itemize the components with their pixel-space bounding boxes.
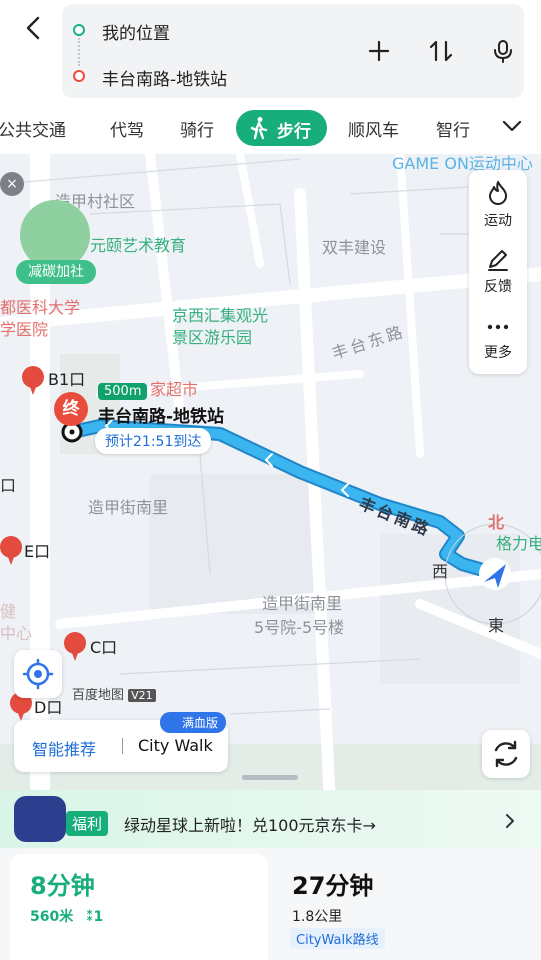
area-label-block-line1: 造甲街南里 — [262, 594, 343, 613]
exit-label-b1[interactable]: B1口 — [48, 366, 85, 390]
flame-icon — [489, 181, 507, 205]
distance-badge: 500m — [98, 383, 148, 400]
start-dot-icon — [73, 24, 85, 36]
exit-pin-icon[interactable] — [22, 366, 44, 395]
edit-pen-icon — [488, 250, 508, 271]
full-version-tag: 满血版 — [160, 712, 227, 733]
chevron-down-icon[interactable] — [500, 114, 524, 138]
route-option-card-1[interactable]: 8分钟 560米 ⁑1 — [10, 854, 268, 960]
direction-east-label: 東 — [488, 616, 505, 635]
exit-pin-icon[interactable] — [0, 536, 22, 565]
tab-cycling[interactable]: 骑行 — [180, 116, 214, 141]
crosshair-icon — [22, 658, 54, 690]
tab-smart-travel[interactable]: 智行 — [436, 116, 470, 141]
destination-name-label: 丰台南路-地铁站 — [98, 407, 225, 427]
sheet-drag-handle[interactable] — [242, 775, 298, 780]
map-brand-logo: 百度地图 V21 — [72, 684, 156, 703]
end-dot-icon — [73, 70, 85, 82]
poi-geli[interactable]: 格力电 — [496, 530, 541, 554]
poi-hospital-line1[interactable]: 都医科大学 — [0, 294, 80, 318]
walking-person-icon — [250, 117, 268, 140]
map-brand-version: V21 — [128, 689, 156, 702]
route-input-card: 我的位置 丰台南路-地铁站 — [62, 4, 524, 98]
route-2-distance: 1.8公里 — [292, 909, 343, 925]
promo-text: 绿动星球上新啦！兑100元京东卡→ — [124, 816, 376, 835]
route-1-details: 560米 ⁑1 — [30, 906, 103, 926]
locate-me-button[interactable] — [14, 650, 62, 698]
promo-tag: 福利 — [66, 811, 109, 836]
map-canvas[interactable]: GAME ON运动中心 造甲村社区 元颐艺术教育 双丰建设 都医科大学 学医院 … — [0, 154, 541, 804]
divider — [122, 738, 123, 754]
start-location-field[interactable]: 我的位置 — [102, 19, 170, 44]
exit-label-c[interactable]: C口 — [90, 634, 117, 658]
route-2-time: 27分钟 — [292, 872, 374, 900]
map-tools-panel: 运动 反馈 更多 — [469, 170, 527, 374]
sport-label: 运动 — [484, 213, 512, 229]
feedback-label: 反馈 — [484, 279, 512, 295]
robot-mascot-icon — [14, 796, 66, 842]
sport-button[interactable]: 运动 — [469, 180, 527, 230]
destination-field[interactable]: 丰台南路-地铁站 — [102, 65, 227, 90]
feedback-button[interactable]: 反馈 — [469, 246, 527, 296]
exit-label-partial: 口 — [0, 476, 17, 495]
route-connector — [78, 38, 80, 66]
add-waypoint-icon[interactable] — [366, 38, 392, 64]
area-label-shuangfeng: 双丰建设 — [322, 238, 387, 257]
promo-banner[interactable]: 福利 绿动星球上新啦！兑100元京东卡→ — [0, 790, 541, 856]
citywalk-option[interactable]: City Walk — [138, 736, 213, 755]
tab-carpool[interactable]: 顺风车 — [348, 116, 399, 141]
route-1-lights: 1 — [93, 909, 104, 925]
route-1-time: 8分钟 — [30, 872, 95, 900]
poi-park-line1[interactable]: 京西汇集观光 — [172, 302, 268, 326]
more-label: 更多 — [484, 345, 512, 361]
area-label-jian: 健 — [0, 602, 17, 621]
eta-pill: 预计21:51到达 — [95, 428, 212, 454]
area-label-block-line2: 5号院-5号楼 — [254, 618, 345, 637]
direction-west-label: 西 — [432, 562, 449, 581]
poi-art-education[interactable]: 元颐艺术教育 — [90, 232, 186, 256]
poi-supermarket[interactable]: 家超市 — [150, 376, 198, 400]
microphone-icon[interactable] — [490, 38, 516, 64]
travel-mode-tabs: 公共交通 代驾 骑行 步行 顺风车 智行 — [0, 104, 541, 152]
tab-walking-label: 步行 — [277, 122, 311, 142]
tab-designated-driver[interactable]: 代驾 — [110, 116, 144, 141]
refresh-icon — [494, 740, 518, 768]
more-dots-icon — [487, 324, 509, 330]
close-icon[interactable]: × — [0, 172, 24, 196]
exit-pin-icon[interactable] — [64, 632, 86, 661]
swap-route-icon[interactable] — [428, 38, 454, 64]
poi-park-line2[interactable]: 景区游乐园 — [172, 324, 252, 348]
route-1-distance: 560米 — [30, 909, 74, 925]
poi-hospital-line2[interactable]: 学医院 — [0, 316, 48, 340]
more-button[interactable]: 更多 — [469, 316, 527, 362]
exit-label-e[interactable]: E口 — [24, 538, 50, 562]
back-arrow-icon[interactable] — [20, 14, 48, 42]
map-brand-text: 百度地图 — [72, 688, 125, 703]
route-options-sheet: 8分钟 560米 ⁑1 27分钟 1.8公里 CityWalk路线 — [0, 848, 541, 960]
tab-walking[interactable]: 步行 — [236, 110, 327, 146]
smart-recommend-option[interactable]: 智能推荐 — [32, 736, 96, 760]
area-label-zhongxin: 中心 — [0, 624, 33, 643]
route-2-tag: CityWalk路线 — [290, 928, 385, 949]
refresh-route-button[interactable] — [482, 730, 530, 778]
destination-marker[interactable]: 终 — [54, 392, 88, 426]
chevron-right-icon[interactable] — [502, 812, 518, 830]
carbon-reward-badge[interactable]: 减碳加社 — [16, 260, 96, 284]
tab-public-transit[interactable]: 公共交通 — [0, 116, 66, 141]
area-label-nanli: 造甲街南里 — [88, 498, 169, 517]
